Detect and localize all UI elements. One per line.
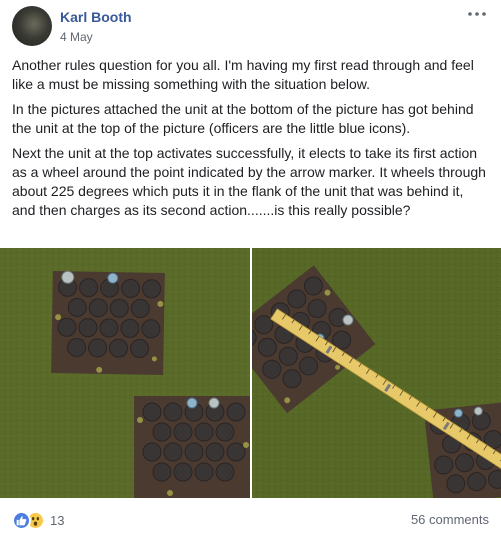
post-paragraph: Next the unit at the top activates succe… [12, 145, 486, 218]
photo-2[interactable] [252, 248, 501, 498]
photo-1[interactable] [0, 248, 250, 498]
thumbs-up-icon [12, 510, 31, 530]
ellipsis-icon [468, 12, 486, 16]
post-text: Another rules question for you all. I'm … [12, 56, 490, 226]
post-footer: 13 56 comments [0, 498, 501, 548]
avatar[interactable] [12, 6, 52, 46]
comments-count-link[interactable]: 56 comments [411, 512, 489, 527]
photo-image [0, 248, 250, 498]
post-header: Karl Booth 4 May [0, 0, 501, 50]
post-paragraph: In the pictures attached the unit at the… [12, 101, 474, 136]
post-paragraph: Another rules question for you all. I'm … [12, 57, 474, 92]
author-name[interactable]: Karl Booth [60, 9, 132, 25]
photo-image [252, 248, 501, 498]
post-date[interactable]: 4 May [60, 30, 93, 44]
more-options-button[interactable] [465, 6, 489, 22]
reaction-count: 13 [50, 512, 65, 528]
photo-grid [0, 248, 501, 498]
reactions-summary[interactable]: 13 [12, 510, 64, 530]
